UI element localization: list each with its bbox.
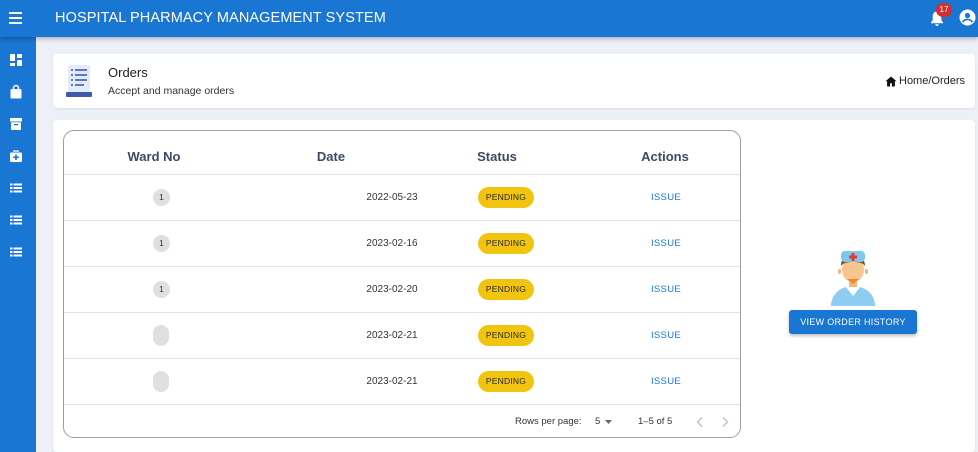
status-badge: PENDING — [478, 371, 534, 392]
table-pagination: Rows per page: 5 1–5 of 5 — [64, 407, 740, 437]
shopping-bag-icon[interactable] — [8, 84, 24, 100]
list-icon[interactable] — [8, 244, 24, 260]
rows-per-page-select[interactable]: 5 — [595, 416, 613, 427]
view-order-history-button[interactable]: VIEW ORDER HISTORY — [789, 310, 917, 334]
status-badge: PENDING — [478, 325, 534, 346]
issue-button[interactable]: ISSUE — [644, 192, 688, 203]
dropdown-arrow-icon[interactable] — [605, 419, 613, 424]
issue-button[interactable]: ISSUE — [644, 330, 688, 341]
orders-panel: Ward No Date Status Actions 1 2022-05-23… — [53, 120, 975, 452]
order-date: 2023-02-21 — [366, 376, 418, 387]
table-row: 1 2023-02-20 PENDING ISSUE — [64, 267, 740, 313]
rows-per-page-label: Rows per page: — [515, 416, 582, 427]
column-header-ward-no: Ward No — [127, 149, 181, 164]
orders-document-icon — [66, 65, 92, 97]
status-badge: PENDING — [478, 187, 534, 208]
nurse-avatar-icon — [831, 251, 875, 306]
archive-icon[interactable] — [8, 116, 24, 132]
app-bar: HOSPITAL PHARMACY MANAGEMENT SYSTEM 17 — [0, 0, 978, 37]
table-header: Ward No Date Status Actions — [64, 131, 740, 175]
medical-bag-icon[interactable] — [8, 148, 24, 164]
issue-button[interactable]: ISSUE — [644, 376, 688, 387]
page-subtitle: Accept and manage orders — [108, 85, 235, 97]
ward-number-chip — [153, 371, 169, 392]
breadcrumb-text[interactable]: Home/Orders — [899, 75, 965, 87]
page-title: Orders — [108, 65, 148, 80]
table-row: 2023-02-21 PENDING ISSUE — [64, 313, 740, 359]
column-header-date: Date — [316, 149, 346, 164]
order-date: 2023-02-16 — [366, 238, 418, 249]
sidebar — [0, 37, 36, 452]
rows-per-page-value[interactable]: 5 — [595, 416, 600, 427]
home-icon — [885, 76, 897, 86]
list-icon[interactable] — [8, 212, 24, 228]
order-date: 2022-05-23 — [366, 192, 418, 203]
ward-number-chip: 1 — [153, 235, 170, 252]
table-row: 1 2022-05-23 PENDING ISSUE — [64, 175, 740, 221]
order-date: 2023-02-20 — [366, 284, 418, 295]
menu-icon[interactable] — [8, 9, 24, 29]
table-row: 2023-02-21 PENDING ISSUE — [64, 359, 740, 405]
order-date: 2023-02-21 — [366, 330, 418, 341]
orders-table: Ward No Date Status Actions 1 2022-05-23… — [63, 130, 741, 438]
dashboard-icon[interactable] — [8, 52, 24, 68]
ward-number-chip: 1 — [153, 281, 170, 298]
next-page-icon[interactable] — [720, 416, 730, 428]
status-badge: PENDING — [478, 233, 534, 254]
page-header: Orders Accept and manage orders Home/Ord… — [53, 54, 975, 108]
issue-button[interactable]: ISSUE — [644, 238, 688, 249]
column-header-actions: Actions — [641, 149, 689, 164]
issue-button[interactable]: ISSUE — [644, 284, 688, 295]
list-icon[interactable] — [8, 180, 24, 196]
account-circle-icon[interactable] — [959, 9, 976, 26]
ward-number-chip — [153, 325, 169, 346]
previous-page-icon[interactable] — [695, 416, 705, 428]
pagination-range: 1–5 of 5 — [638, 416, 673, 427]
status-badge: PENDING — [478, 279, 534, 300]
column-header-status: Status — [477, 149, 517, 164]
ward-number-chip: 1 — [153, 189, 170, 206]
table-row: 1 2023-02-16 PENDING ISSUE — [64, 221, 740, 267]
breadcrumb[interactable]: Home/Orders — [885, 75, 965, 87]
notification-count-badge: 17 — [936, 3, 952, 17]
app-title: HOSPITAL PHARMACY MANAGEMENT SYSTEM — [55, 10, 386, 26]
